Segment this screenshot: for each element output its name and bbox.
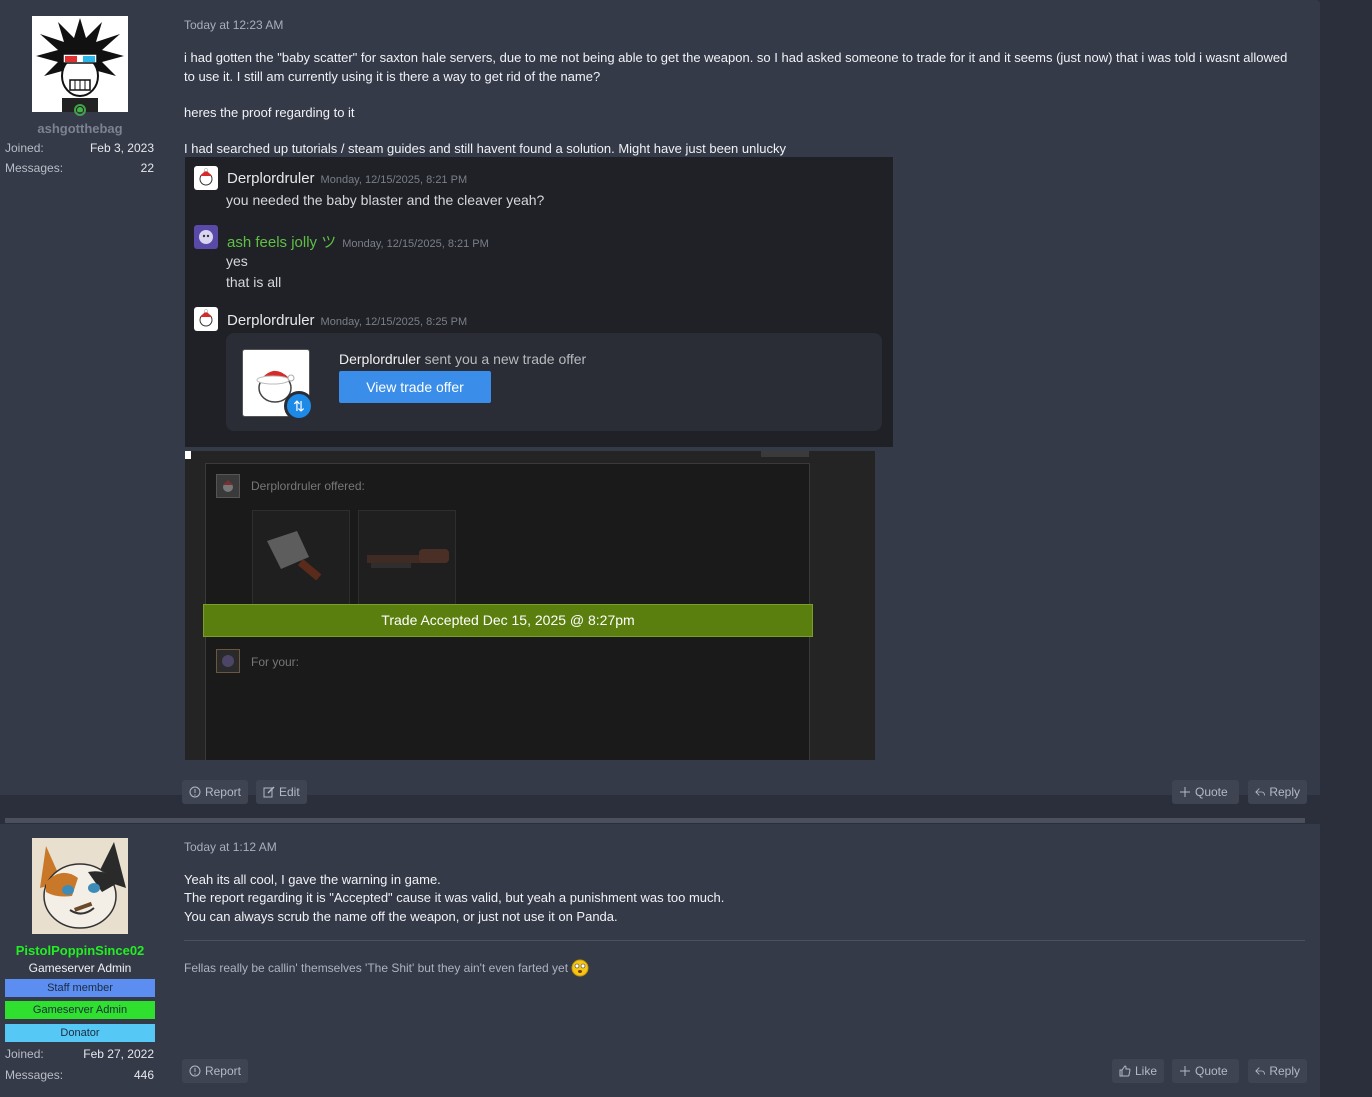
author-name: Derplordruler [227, 170, 315, 187]
steam-receiver-avatar-icon [216, 649, 240, 673]
plus-icon [1180, 1066, 1190, 1076]
quote-button[interactable]: Quote [1172, 1059, 1239, 1083]
crop-artifact [761, 451, 809, 457]
trade-accepted-banner: Trade Accepted Dec 15, 2025 @ 8:27pm [203, 604, 813, 637]
message-time: Monday, 12/15/2025, 8:25 PM [320, 316, 468, 328]
message-author: ash feels jolly ツ Monday, 12/15/2025, 8:2… [227, 231, 489, 252]
steam-trade-screenshot[interactable]: Derplordruler offered: For your: Trade A… [185, 451, 875, 760]
reply-button[interactable]: Reply [1248, 1059, 1307, 1083]
message-text: yes [226, 253, 248, 269]
dizzy-face-emoji-icon [571, 959, 589, 977]
cleaver-icon [267, 531, 322, 581]
report-button[interactable]: Report [182, 1059, 248, 1083]
quote-button[interactable]: Quote [1172, 780, 1239, 804]
cleaver-item[interactable] [252, 510, 350, 608]
post-timestamp[interactable]: Today at 1:12 AM [184, 840, 277, 854]
message-author: Derplordruler Monday, 12/15/2025, 8:25 PM [227, 312, 467, 329]
calico-cat-avatar-image [40, 842, 126, 929]
reply-arrow-icon [1255, 788, 1265, 796]
edit-icon [263, 786, 275, 798]
trade-message: sent you a new trade offer [420, 351, 587, 367]
signature: Fellas really be callin' themselves 'The… [184, 959, 589, 977]
edit-label: Edit [279, 785, 300, 799]
user-title: Gameserver Admin [28, 961, 132, 975]
user-avatar[interactable] [32, 16, 128, 112]
edit-button[interactable]: Edit [256, 780, 307, 804]
derplordruler-avatar-icon [194, 166, 218, 190]
messages-label: Messages: [5, 1068, 64, 1082]
shotgun-icon [367, 549, 449, 568]
trade-offer-card: ⇅ Derplordruler sent you a new trade off… [226, 333, 882, 431]
quote-label: Quote [1195, 785, 1228, 799]
post-paragraph: I had searched up tutorials / steam guid… [184, 141, 786, 156]
message-text: that is all [226, 274, 282, 290]
report-button[interactable]: Report [182, 780, 248, 804]
like-label: Like [1134, 1064, 1157, 1078]
message-time: Monday, 12/15/2025, 8:21 PM [320, 174, 468, 186]
signature-text: Fellas really be callin' themselves 'The… [184, 961, 569, 975]
crop-artifact [185, 451, 191, 459]
trade-offer-text: Derplordruler sent you a new trade offer [339, 351, 586, 367]
shotgun-item[interactable] [358, 510, 456, 608]
report-icon [189, 1065, 201, 1077]
username[interactable]: PistolPoppinSince02 [0, 943, 160, 958]
offered-label: Derplordruler offered: [251, 479, 365, 493]
messages-count[interactable]: 22 [141, 161, 154, 175]
online-status-icon [74, 104, 86, 116]
ash-avatar-icon [194, 225, 218, 249]
donator-banner: Donator [5, 1024, 155, 1042]
joined-label: Joined: [5, 1047, 44, 1061]
joined-date: Feb 27, 2022 [83, 1047, 154, 1061]
signature-divider [184, 940, 1305, 941]
reply-arrow-icon [1255, 1067, 1265, 1075]
post-line: Yeah its all cool, I gave the warning in… [184, 872, 441, 887]
author-name: Derplordruler [227, 312, 315, 329]
post-line: The report regarding it is "Accepted" ca… [184, 890, 725, 905]
quote-label: Quote [1195, 1064, 1228, 1078]
discord-screenshot[interactable]: Derplordruler Monday, 12/15/2025, 8:21 PM… [185, 157, 893, 447]
messages-count[interactable]: 446 [134, 1068, 154, 1082]
post-ashgotthebag: ashgotthebag Joined: Feb 3, 2023 Message… [0, 0, 1320, 804]
post-pistolpoppinsince02: PistolPoppinSince02 Gameserver Admin Sta… [0, 824, 1320, 1097]
reply-button[interactable]: Reply [1248, 780, 1307, 804]
plus-icon [1180, 787, 1190, 797]
messages-label: Messages: [5, 161, 64, 175]
spiky-skull-avatar-image [36, 18, 124, 112]
derplordruler-avatar-icon [194, 307, 218, 331]
post-paragraph: heres the proof regarding to it [184, 105, 355, 120]
like-button[interactable]: Like [1112, 1059, 1164, 1083]
post-paragraph: i had gotten the "baby scatter" for saxt… [184, 50, 1288, 84]
message-author: Derplordruler Monday, 12/15/2025, 8:21 PM [227, 170, 467, 187]
username[interactable]: ashgotthebag [0, 121, 160, 136]
trade-sender: Derplordruler [339, 351, 421, 367]
staff-member-banner: Staff member [5, 979, 155, 997]
message-text: you needed the baby blaster and the clea… [226, 192, 545, 208]
trade-swap-icon: ⇅ [284, 391, 314, 421]
post-divider [5, 818, 1305, 823]
post-timestamp[interactable]: Today at 12:23 AM [184, 18, 283, 32]
thumbs-up-icon [1119, 1065, 1131, 1077]
joined-label: Joined: [5, 141, 44, 155]
gameserver-admin-banner: Gameserver Admin [5, 1001, 155, 1019]
report-icon [189, 786, 201, 798]
author-name: ash feels jolly ツ [227, 234, 337, 251]
steam-sender-avatar-icon [216, 474, 240, 498]
user-avatar[interactable] [32, 838, 128, 934]
joined-date: Feb 3, 2023 [89, 141, 154, 155]
view-trade-offer-button[interactable]: View trade offer [339, 371, 491, 403]
reply-label: Reply [1269, 1064, 1300, 1078]
reply-label: Reply [1269, 785, 1300, 799]
report-label: Report [204, 1064, 241, 1078]
report-label: Report [204, 785, 241, 799]
message-time: Monday, 12/15/2025, 8:21 PM [342, 238, 489, 250]
post-line: You can always scrub the name off the we… [184, 909, 618, 924]
for-your-label: For your: [251, 655, 300, 669]
